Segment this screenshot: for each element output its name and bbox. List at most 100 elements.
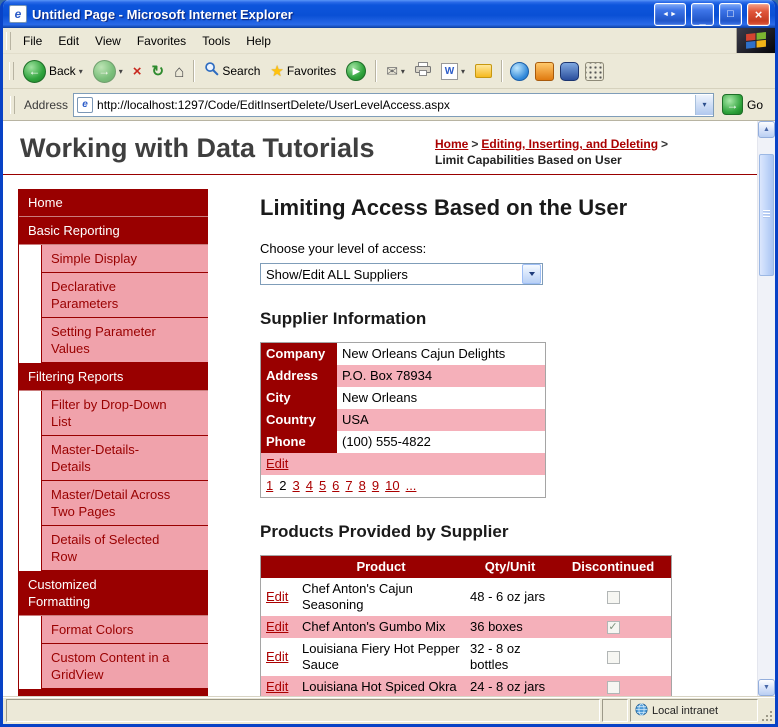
sidebar-item-home[interactable]: Home: [19, 189, 208, 217]
sidebar-item-setting-parameter-values[interactable]: Setting Parameter Values: [41, 318, 208, 363]
back-button[interactable]: ← Back ▾: [18, 57, 88, 85]
menu-file[interactable]: File: [15, 31, 50, 51]
scroll-up-button[interactable]: ▲: [758, 121, 775, 138]
address-input[interactable]: e http://localhost:1297/Code/EditInsertD…: [73, 92, 714, 117]
search-button[interactable]: Search: [199, 57, 265, 85]
favorites-button[interactable]: ★ Favorites: [265, 57, 341, 85]
mail-button[interactable]: ✉ ▾: [381, 57, 410, 85]
titlebar-extra-button[interactable]: ◄►: [654, 2, 686, 26]
main-content: Limiting Access Based on the User Choose…: [208, 189, 757, 696]
menu-view[interactable]: View: [87, 31, 129, 51]
refresh-button[interactable]: ↻: [146, 57, 169, 85]
edit-dropdown-icon[interactable]: ▾: [461, 67, 465, 76]
resize-grip[interactable]: [760, 699, 773, 722]
media-button[interactable]: ▶: [341, 57, 371, 85]
row-label: Address: [260, 365, 337, 387]
addressbar-grip[interactable]: [10, 95, 15, 114]
sidebar-item-clipped[interactable]: [19, 689, 208, 696]
status-small-panel: [602, 699, 628, 722]
forward-button[interactable]: → ▾: [88, 57, 128, 85]
edit-button[interactable]: W ▾: [436, 57, 470, 85]
site-header: Working with Data Tutorials Home > Editing…: [3, 121, 757, 175]
sidebar-item-declarative-parameters[interactable]: Declarative Parameters: [41, 273, 208, 318]
orange-addon-icon[interactable]: [534, 61, 554, 81]
sidebar-item-master-detail-across-two-pages[interactable]: Master/Detail Across Two Pages: [41, 481, 208, 526]
sidebar-item-filtering-reports[interactable]: Filtering Reports: [19, 363, 208, 391]
header-row: Product Qty/Unit Discontinued: [260, 555, 672, 578]
discontinued-checkbox[interactable]: [606, 591, 620, 605]
sidebar-item-master-details-details[interactable]: Master-Details-Details: [41, 436, 208, 481]
home-button[interactable]: ⌂: [169, 57, 189, 85]
discontinued-checkbox[interactable]: [606, 651, 620, 665]
discontinued-checkbox[interactable]: [606, 681, 620, 695]
forward-dropdown-icon[interactable]: ▾: [119, 67, 123, 76]
row-label: Phone: [260, 431, 337, 453]
titlebar[interactable]: e Untitled Page - Microsoft Internet Exp…: [3, 0, 775, 28]
address-bar: Address e http://localhost:1297/Code/Edi…: [3, 89, 775, 121]
sidebar-item-basic-reporting[interactable]: Basic Reporting: [19, 217, 208, 245]
supplier-edit-link[interactable]: Edit: [266, 456, 288, 471]
close-button[interactable]: ×: [747, 2, 770, 26]
pager-link-9[interactable]: 9: [372, 478, 379, 493]
sidebar-item-custom-content-gridview[interactable]: Custom Content in a GridView: [41, 644, 208, 689]
pager-link-10[interactable]: 10: [385, 478, 399, 493]
status-message-panel: [6, 699, 600, 722]
menubar-grip[interactable]: [6, 31, 11, 50]
mail-dropdown-icon[interactable]: ▾: [401, 67, 405, 76]
menu-tools[interactable]: Tools: [194, 31, 238, 51]
menu-help[interactable]: Help: [238, 31, 279, 51]
favorites-star-icon: ★: [270, 62, 284, 80]
minimize-button[interactable]: _: [691, 2, 714, 26]
sidebar-item-customized-formatting[interactable]: Customized Formatting: [19, 571, 208, 616]
pager-link-6[interactable]: 6: [332, 478, 339, 493]
address-dropdown-icon[interactable]: ▾: [694, 94, 713, 115]
sidebar-item-simple-display[interactable]: Simple Display: [41, 245, 208, 273]
discontinued-checkbox[interactable]: ✓: [606, 621, 620, 635]
pager-link-more[interactable]: ...: [406, 478, 417, 493]
product-edit-link[interactable]: Edit: [266, 619, 288, 634]
pager-link-4[interactable]: 4: [306, 478, 313, 493]
windows-logo: [736, 28, 775, 53]
scrollbar-thumb[interactable]: [759, 154, 774, 276]
row-value: New Orleans Cajun Delights: [342, 346, 506, 361]
grid-addon-icon[interactable]: [584, 61, 604, 81]
go-button[interactable]: → Go: [719, 94, 771, 115]
globe-addon-icon[interactable]: [509, 61, 529, 81]
toolbar-grip[interactable]: [9, 62, 14, 80]
sidebar-item-filter-by-drop-down-list[interactable]: Filter by Drop-Down List: [41, 391, 208, 436]
breadcrumb: Home > Editing, Inserting, and Deleting > L…: [435, 133, 749, 168]
select-dropdown-icon[interactable]: [522, 264, 541, 284]
product-edit-link[interactable]: Edit: [266, 589, 288, 604]
vertical-scrollbar[interactable]: ▲ ▼: [757, 121, 775, 696]
sidebar-nav: Home Basic Reporting Simple Display Decl…: [18, 189, 208, 696]
column-header-qty: Qty/Unit: [465, 555, 555, 578]
pager-link-3[interactable]: 3: [292, 478, 299, 493]
pager-link-8[interactable]: 8: [359, 478, 366, 493]
row-value: P.O. Box 78934: [337, 365, 546, 387]
page-body: Home Basic Reporting Simple Display Decl…: [3, 175, 757, 696]
toolbar-separator: [500, 60, 503, 82]
back-dropdown-icon[interactable]: ▾: [79, 67, 83, 76]
stop-button[interactable]: ×: [128, 57, 147, 85]
access-level-select[interactable]: Show/Edit ALL Suppliers: [260, 263, 543, 285]
maximize-button[interactable]: □: [719, 2, 742, 26]
pager-link-5[interactable]: 5: [319, 478, 326, 493]
media-icon: ▶: [346, 61, 367, 81]
breadcrumb-link-editing[interactable]: Editing, Inserting, and Deleting: [481, 137, 658, 151]
sidebar-item-details-of-selected-row[interactable]: Details of Selected Row: [41, 526, 208, 571]
print-button[interactable]: [410, 57, 436, 85]
pager: 1 2 3 4 5 6 7 8 9 10...: [261, 475, 546, 498]
pager-link-1[interactable]: 1: [266, 478, 273, 493]
breadcrumb-link-home[interactable]: Home: [435, 137, 468, 151]
menu-favorites[interactable]: Favorites: [129, 31, 194, 51]
binoculars-addon-icon[interactable]: [559, 61, 579, 81]
sidebar-item-format-colors[interactable]: Format Colors: [41, 616, 208, 644]
pager-link-7[interactable]: 7: [345, 478, 352, 493]
discuss-button[interactable]: [470, 57, 497, 85]
product-edit-link[interactable]: Edit: [266, 679, 288, 694]
scroll-down-button[interactable]: ▼: [758, 679, 775, 696]
home-icon: ⌂: [174, 61, 185, 81]
supplier-heading: Supplier Information: [260, 309, 427, 328]
menu-edit[interactable]: Edit: [50, 31, 87, 51]
product-edit-link[interactable]: Edit: [266, 649, 288, 664]
